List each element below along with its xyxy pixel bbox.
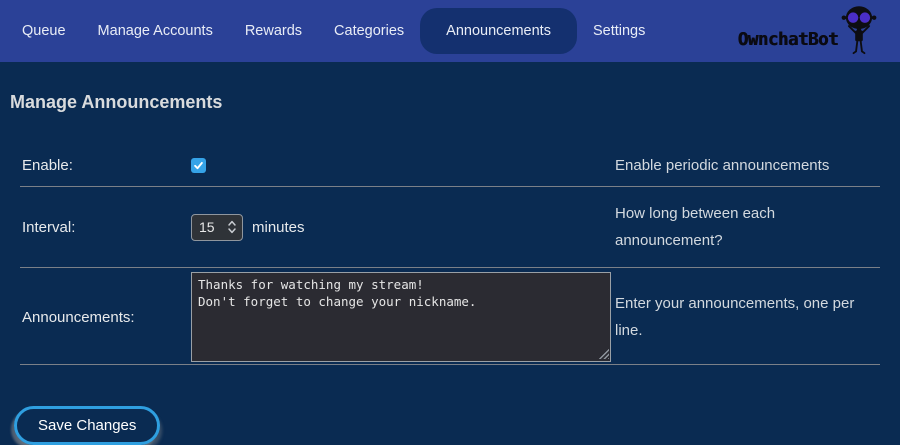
- stepper-up-icon[interactable]: [227, 219, 237, 227]
- nav-item-queue[interactable]: Queue: [6, 13, 82, 49]
- top-navbar: Queue Manage Accounts Rewards Categories…: [0, 0, 900, 62]
- enable-label: Enable:: [20, 157, 191, 174]
- nav-item-categories[interactable]: Categories: [318, 13, 420, 49]
- nav-item-settings[interactable]: Settings: [577, 13, 661, 49]
- save-changes-button[interactable]: Save Changes: [14, 406, 160, 445]
- interval-stepper[interactable]: [227, 219, 237, 235]
- logo-text: OwnchatBot: [738, 30, 838, 50]
- interval-unit-label: minutes: [252, 219, 305, 236]
- interval-help-text: How long between each announcement?: [615, 200, 880, 254]
- robot-mascot-icon: [832, 2, 886, 62]
- app-logo: OwnchatBot: [738, 0, 886, 62]
- nav-item-rewards[interactable]: Rewards: [229, 13, 318, 49]
- form-row-announcements: Announcements: Thanks for watching my st…: [20, 268, 880, 365]
- announcements-label: Announcements:: [20, 309, 191, 326]
- nav-item-manage-accounts[interactable]: Manage Accounts: [82, 13, 229, 49]
- announcements-help-text: Enter your announcements, one per line.: [615, 290, 880, 344]
- announcements-form: Enable: Enable periodic announcements In…: [20, 147, 880, 365]
- announcements-textarea[interactable]: Thanks for watching my stream! Don't for…: [191, 272, 611, 362]
- announcements-textarea-wrap: Thanks for watching my stream! Don't for…: [191, 272, 611, 362]
- enable-checkbox[interactable]: [191, 158, 206, 173]
- interval-value: 15: [199, 219, 227, 235]
- interval-label: Interval:: [20, 219, 191, 236]
- nav-item-announcements[interactable]: Announcements: [420, 8, 577, 54]
- stepper-down-icon[interactable]: [227, 227, 237, 235]
- enable-help-text: Enable periodic announcements: [615, 152, 880, 179]
- check-icon: [193, 160, 204, 171]
- form-row-interval: Interval: 15 minutes How long between ea…: [20, 187, 880, 268]
- interval-input[interactable]: 15: [191, 214, 243, 241]
- page-title: Manage Announcements: [10, 91, 900, 113]
- form-row-enable: Enable: Enable periodic announcements: [20, 147, 880, 187]
